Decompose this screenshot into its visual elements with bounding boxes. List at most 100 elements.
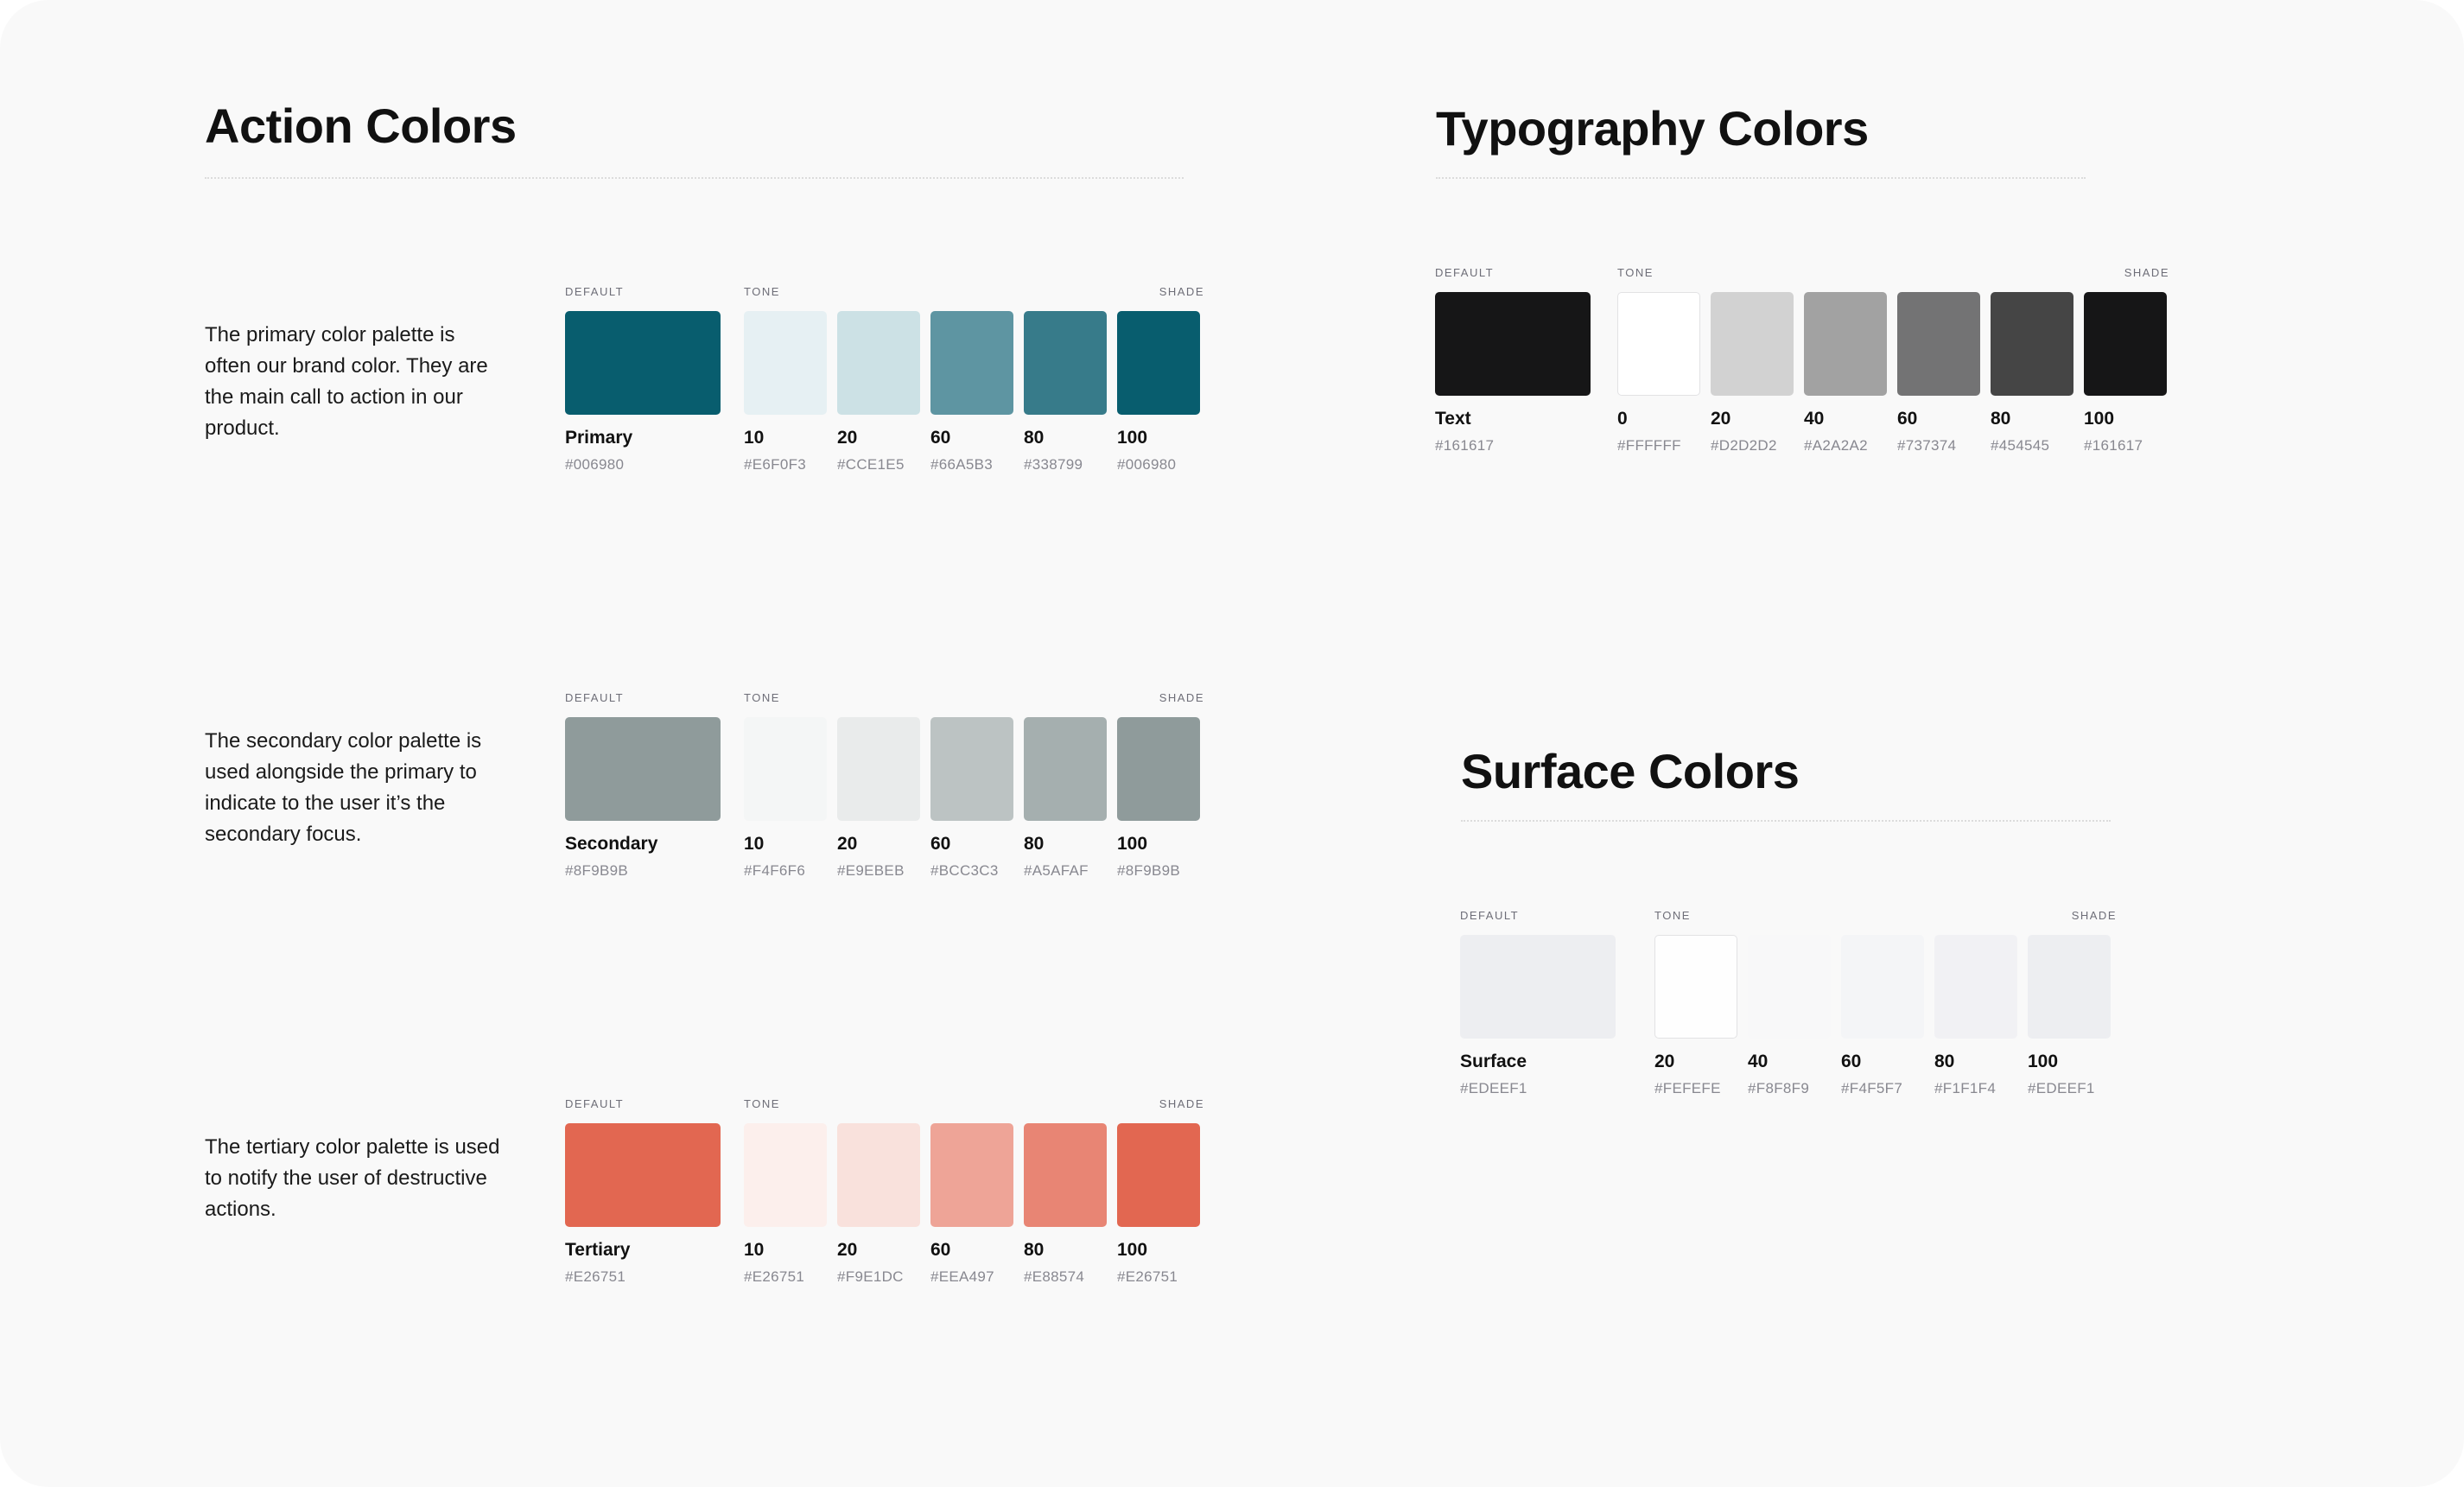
swatch-hex-code: #E9EBEB <box>837 862 905 879</box>
swatch-hex-code: #E26751 <box>1117 1268 1178 1285</box>
color-swatch <box>1804 292 1887 396</box>
swatch-hex-code: #338799 <box>1024 456 1083 473</box>
swatch-hex-code: #EDEEF1 <box>1460 1080 1527 1096</box>
default-label: DEFAULT <box>1435 266 1495 279</box>
color-swatch <box>837 1123 920 1227</box>
color-swatch <box>1991 292 2073 396</box>
color-swatch <box>930 1123 1013 1227</box>
primary-palette-description: The primary color palette is often our b… <box>205 323 488 440</box>
action-colors-divider <box>205 177 1184 179</box>
typography-colors-title: Typography Colors <box>1436 101 1869 156</box>
swatch-hex-code: #161617 <box>1435 437 1495 454</box>
swatch-name: 20 <box>1711 409 1731 429</box>
swatch-name: Text <box>1435 409 1471 429</box>
swatch-hex-code: #8F9B9B <box>1117 862 1180 879</box>
default-label: DEFAULT <box>565 1097 625 1110</box>
color-swatch <box>1654 935 1737 1039</box>
swatch-hex-code: #66A5B3 <box>930 456 994 473</box>
style-guide-canvas: Action Colors The primary color palette … <box>0 0 2464 1487</box>
tertiary-palette: DEFAULT TONE SHADE Tertiary #E26751 10 #E26751… <box>565 1097 1204 1296</box>
swatch-hex-code: #006980 <box>1117 456 1177 473</box>
swatch-name: 80 <box>1024 1240 1045 1260</box>
color-swatch <box>1024 1123 1107 1227</box>
color-swatch <box>744 1123 827 1227</box>
swatch-hex-code: #737374 <box>1897 437 1957 454</box>
tone-label: TONE <box>744 285 780 298</box>
swatch-hex-code: #A2A2A2 <box>1804 437 1868 454</box>
swatch-hex-code: #E26751 <box>744 1268 805 1285</box>
shade-label: SHADE <box>2124 266 2169 279</box>
color-swatch <box>2084 292 2167 396</box>
swatch-hex-code: #F9E1DC <box>837 1268 904 1285</box>
swatch-hex-code: #FFFFFF <box>1617 437 1681 454</box>
tone-label: TONE <box>744 1097 780 1110</box>
color-swatch <box>565 1123 721 1227</box>
color-swatch <box>565 311 721 415</box>
swatch-name: 20 <box>1654 1052 1675 1071</box>
swatch-name: 60 <box>930 1240 951 1260</box>
swatch-hex-code: #F4F5F7 <box>1841 1080 1903 1096</box>
typography-palette: DEFAULT TONE SHADE Text #161617 0 #FFFFFF 20 #D2… <box>1435 266 2169 465</box>
default-label: DEFAULT <box>1460 909 1520 922</box>
shade-label: SHADE <box>2071 909 2117 922</box>
swatch-name: 40 <box>1748 1052 1769 1071</box>
swatch-hex-code: #E6F0F3 <box>744 456 807 473</box>
swatch-hex-code: #161617 <box>2084 437 2143 454</box>
swatch-name: Primary <box>565 428 633 448</box>
color-swatch <box>1117 717 1200 821</box>
swatch-hex-code: #F4F6F6 <box>744 862 806 879</box>
swatch-hex-code: #EEA497 <box>930 1268 994 1285</box>
color-swatch <box>744 311 827 415</box>
primary-palette: DEFAULT TONE SHADE Primary #006980 10 #E6F0F3 2… <box>565 285 1204 484</box>
shade-label: SHADE <box>1159 1097 1204 1110</box>
shade-label: SHADE <box>1159 691 1204 704</box>
swatch-hex-code: #E88574 <box>1024 1268 1085 1285</box>
tone-label: TONE <box>744 691 780 704</box>
color-swatch <box>1897 292 1980 396</box>
color-swatch <box>1435 292 1591 396</box>
swatch-name: 80 <box>1024 428 1045 448</box>
default-label: DEFAULT <box>565 285 625 298</box>
color-swatch <box>2028 935 2111 1039</box>
swatch-name: 80 <box>1934 1052 1955 1071</box>
color-swatch <box>1460 935 1616 1039</box>
swatch-name: 60 <box>930 834 951 854</box>
swatch-name: 80 <box>1024 834 1045 854</box>
swatch-hex-code: #F8F8F9 <box>1748 1080 1810 1096</box>
secondary-palette: DEFAULT TONE SHADE Secondary #8F9B9B 10 #F4F6F… <box>565 691 1204 890</box>
swatch-hex-code: #E26751 <box>565 1268 626 1285</box>
swatch-name: 100 <box>1117 428 1148 448</box>
surface-colors-divider <box>1461 820 2111 822</box>
tertiary-palette-description: The tertiary color palette is used to no… <box>205 1135 500 1221</box>
swatch-name: 10 <box>744 428 765 448</box>
swatch-name: 0 <box>1617 409 1628 429</box>
action-colors-title: Action Colors <box>205 98 517 153</box>
color-swatch <box>930 717 1013 821</box>
swatch-hex-code: #006980 <box>565 456 625 473</box>
swatch-name: 10 <box>744 1240 765 1260</box>
swatch-name: 20 <box>837 1240 858 1260</box>
surface-colors-title: Surface Colors <box>1461 744 1800 798</box>
swatch-name: 60 <box>930 428 951 448</box>
color-swatch <box>1117 1123 1200 1227</box>
swatch-name: 60 <box>1841 1052 1862 1071</box>
color-swatch <box>1711 292 1794 396</box>
color-swatch <box>565 717 721 821</box>
color-swatch <box>744 717 827 821</box>
color-swatch <box>1748 935 1831 1039</box>
shade-label: SHADE <box>1159 285 1204 298</box>
surface-palette: DEFAULT TONE SHADE Surface #EDEEF1 20 #FEFEFE 4… <box>1460 909 2117 1108</box>
color-swatch <box>1024 311 1107 415</box>
swatch-hex-code: #F1F1F4 <box>1934 1080 1997 1096</box>
swatch-name: 20 <box>837 428 858 448</box>
swatch-name: 60 <box>1897 409 1918 429</box>
swatch-hex-code: #BCC3C3 <box>930 862 999 879</box>
swatch-name: 80 <box>1991 409 2011 429</box>
tone-label: TONE <box>1654 909 1691 922</box>
color-swatch <box>1617 292 1700 396</box>
color-swatch <box>837 717 920 821</box>
swatch-hex-code: #454545 <box>1991 437 2050 454</box>
swatch-name: 40 <box>1804 409 1825 429</box>
default-label: DEFAULT <box>565 691 625 704</box>
swatch-hex-code: #A5AFAF <box>1024 862 1089 879</box>
